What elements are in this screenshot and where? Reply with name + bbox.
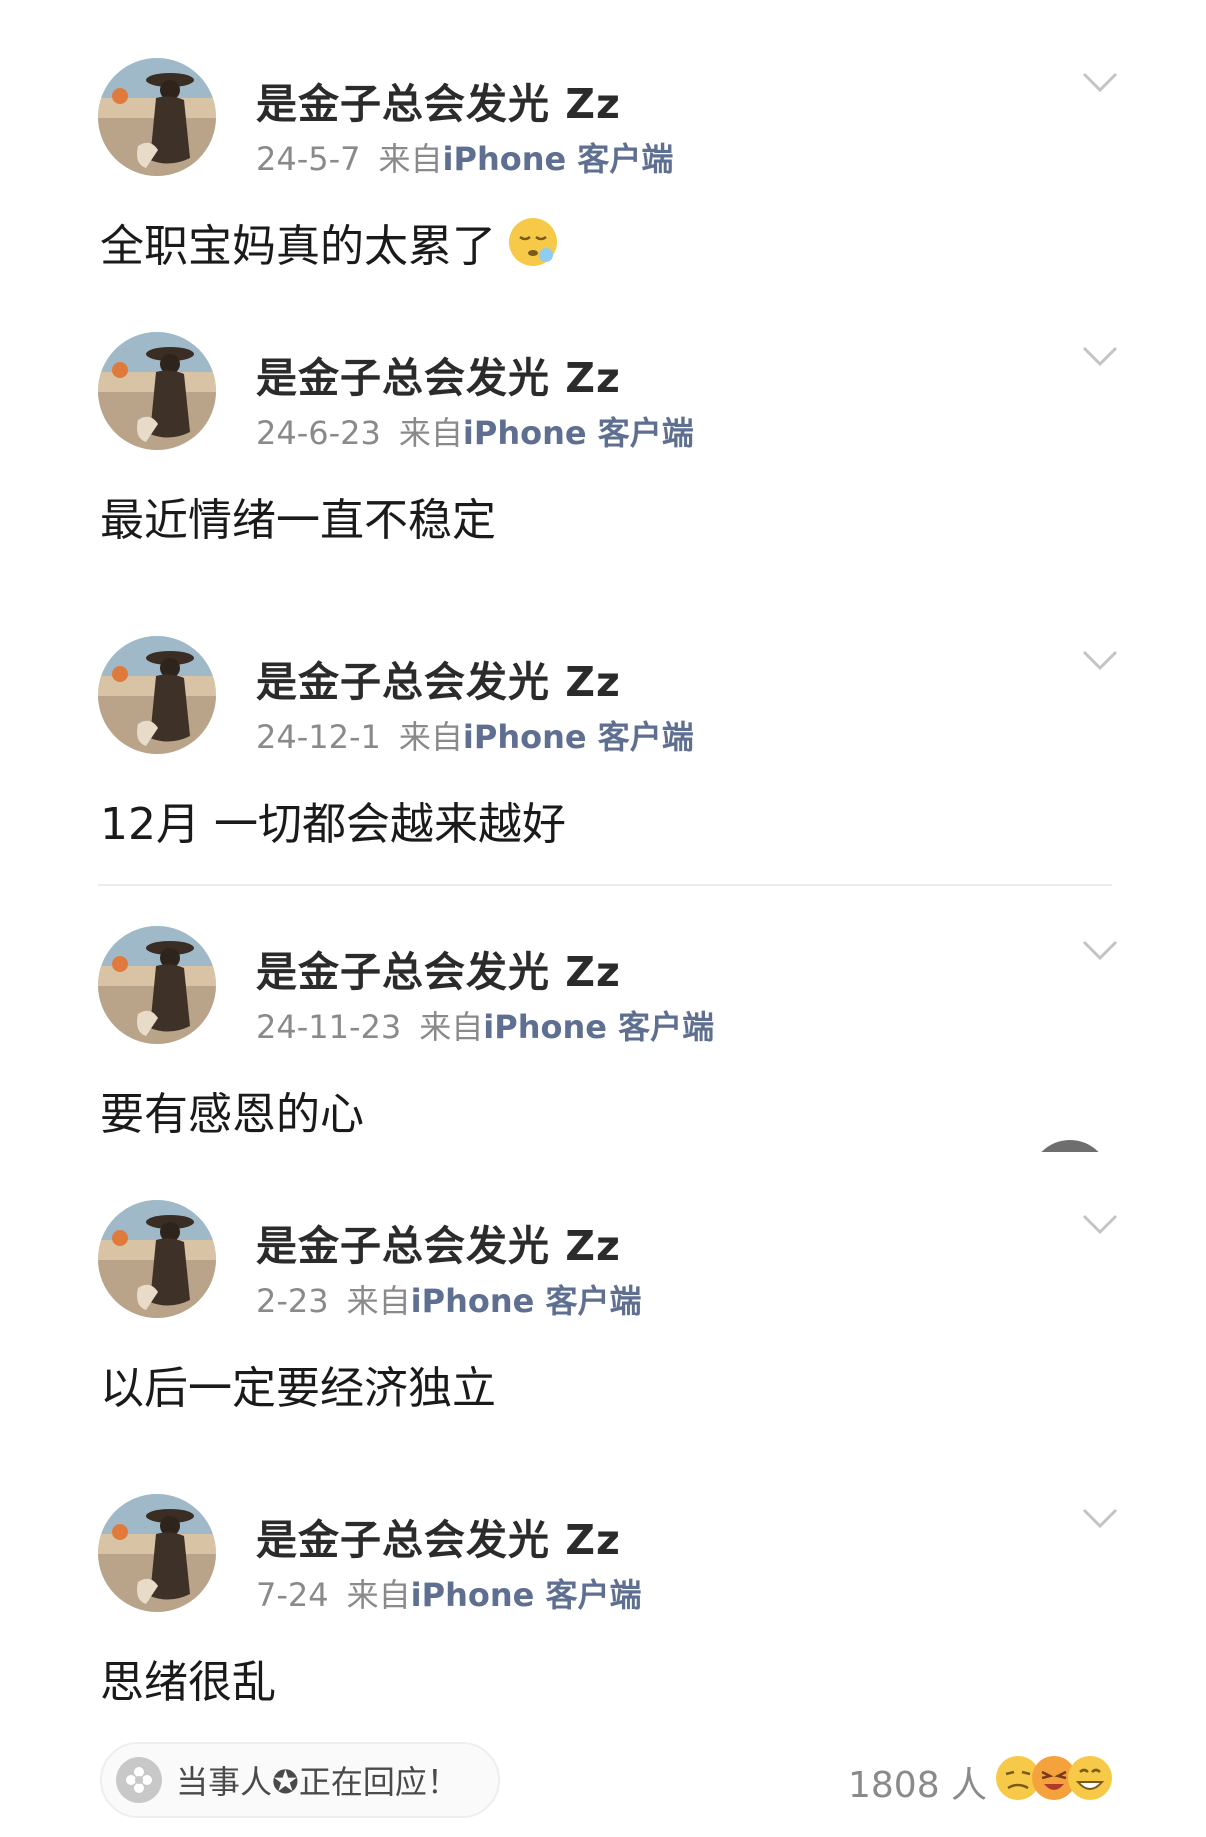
source-prefix: 来自 [398,414,463,452]
username[interactable]: 是金子总会发光 Zz [256,70,621,130]
username[interactable]: 是金子总会发光 Zz [256,938,621,998]
sleepy-face-icon [509,218,557,266]
device-source: iPhone 客户端 [483,1008,715,1046]
floating-button[interactable] [1030,1140,1110,1152]
post-date: 24-12-1 [256,718,381,756]
post-content: 思绪很乱 [100,1646,276,1710]
chevron-down-icon[interactable] [1080,68,1120,96]
avatar[interactable] [98,332,216,450]
avatar[interactable] [98,1494,216,1612]
device-source: iPhone 客户端 [410,1576,642,1614]
post-date: 24-5-7 [256,140,361,178]
grinning-face-icon [1068,1756,1112,1800]
username[interactable]: 是金子总会发光 Zz [256,344,621,404]
username[interactable]: 是金子总会发光 Zz [256,648,621,708]
post-text: 要有感恩的心 [100,1089,364,1140]
source-prefix: 来自 [346,1282,411,1320]
device-source: iPhone 客户端 [462,718,694,756]
post-content: 最近情绪一直不稳定 [100,484,496,548]
device-source: iPhone 客户端 [442,140,674,178]
avatar[interactable] [98,1200,216,1318]
post-content: 要有感恩的心 [100,1078,364,1142]
avatar[interactable] [98,58,216,176]
post-text: 最近情绪一直不稳定 [100,495,496,546]
post-feed: 是金子总会发光 Zz 24-5-7来自iPhone 客户端 全职宝妈真的太累了 [0,0,1206,1837]
chevron-down-icon[interactable] [1080,1504,1120,1532]
post-date: 24-11-23 [256,1008,402,1046]
source-prefix: 来自 [346,1576,411,1614]
bottom-bar: 当事人✪正在回应！ 1808 人 [0,1742,1206,1826]
username[interactable]: 是金子总会发光 Zz [256,1212,621,1272]
post-meta: 24-11-23 来自iPhone 客户端 [256,1002,714,1048]
reaction-icons[interactable] [994,1748,1114,1808]
source-prefix: 来自 [378,140,443,178]
avatar[interactable] [98,926,216,1044]
post-text: 全职宝妈真的太累了 [100,221,496,272]
responding-pill[interactable]: 当事人✪正在回应！ [100,1742,500,1818]
avatar[interactable] [98,636,216,754]
post-date: 7-24 [256,1576,329,1614]
post-meta: 24-12-1 来自iPhone 客户端 [256,712,694,758]
device-source: iPhone 客户端 [462,414,694,452]
source-prefix: 来自 [398,718,463,756]
post-text: 12月 一切都会越来越好 [100,799,566,850]
post-meta: 7-24 来自iPhone 客户端 [256,1570,641,1616]
device-source: iPhone 客户端 [410,1282,642,1320]
chevron-down-icon[interactable] [1080,342,1120,370]
source-prefix: 来自 [419,1008,484,1046]
post-meta: 2-23 来自iPhone 客户端 [256,1276,641,1322]
post-content: 以后一定要经济独立 [100,1352,496,1416]
post-date: 2-23 [256,1282,329,1320]
responding-status-text: 当事人✪正在回应！ [176,1763,459,1801]
post-meta: 24-6-23 来自iPhone 客户端 [256,408,694,454]
chevron-down-icon[interactable] [1080,1210,1120,1238]
post-meta: 24-5-7 来自iPhone 客户端 [256,134,673,180]
chevron-down-icon[interactable] [1080,646,1120,674]
chevron-down-icon[interactable] [1080,936,1120,964]
divider [98,884,1112,886]
post-date: 24-6-23 [256,414,381,452]
participant-count: 1808 人 [848,1765,988,1806]
post-text: 以后一定要经济独立 [100,1363,496,1414]
flower-icon [116,1757,162,1803]
post-text: 思绪很乱 [100,1657,276,1708]
post-content: 全职宝妈真的太累了 [100,210,560,274]
username[interactable]: 是金子总会发光 Zz [256,1506,621,1566]
post-content: 12月 一切都会越来越好 [100,788,566,852]
